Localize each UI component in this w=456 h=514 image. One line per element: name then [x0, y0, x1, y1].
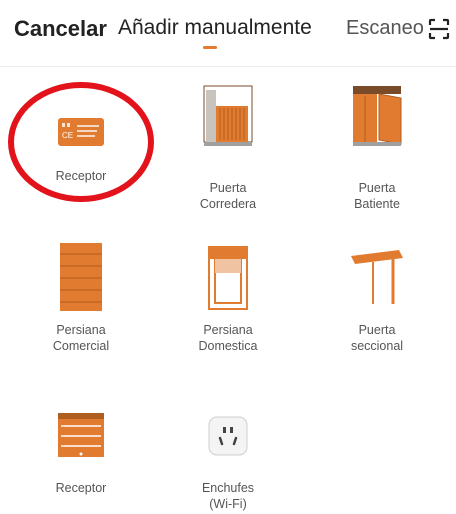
- sliding-gate-icon: [203, 85, 253, 146]
- device-receptor-garaje[interactable]: Receptor: [11, 412, 151, 512]
- device-label: Receptor: [55, 481, 107, 495]
- tab-scan[interactable]: Escaneo: [346, 17, 426, 40]
- device-enchufes-wifi[interactable]: Enchufes (Wi-Fi): [158, 412, 298, 512]
- device-label: Puerta Batiente: [354, 181, 400, 211]
- device-label: Enchufes (Wi-Fi): [201, 481, 255, 511]
- garage-receiver-icon: [58, 413, 104, 457]
- sectional-door-icon: [351, 250, 403, 304]
- cancel-button[interactable]: Cancelar: [14, 16, 107, 42]
- header-bar: Cancelar Añadir manualmente Escaneo: [0, 0, 456, 67]
- device-persiana-comercial[interactable]: Persiana Comercial: [11, 242, 151, 372]
- device-puerta-batiente[interactable]: Puerta Batiente: [307, 84, 447, 214]
- device-label: Persiana Comercial: [52, 323, 110, 353]
- device-puerta-seccional[interactable]: Puerta seccional: [307, 242, 447, 372]
- device-puerta-corredera[interactable]: Puerta Corredera: [158, 84, 298, 214]
- active-tab-indicator: [203, 46, 217, 49]
- device-label: Puerta seccional: [350, 323, 404, 353]
- device-label: Persiana Domestica: [198, 323, 258, 353]
- swing-door-icon: [353, 86, 402, 146]
- device-label: Puerta Corredera: [199, 181, 257, 211]
- domestic-shutter-icon: [208, 246, 248, 310]
- device-persiana-domestica[interactable]: Persiana Domestica: [158, 242, 298, 372]
- scan-icon[interactable]: [427, 17, 451, 41]
- commercial-shutter-icon: [60, 243, 102, 311]
- highlight-circle: [8, 82, 154, 202]
- tab-add-manually[interactable]: Añadir manualmente: [118, 16, 312, 40]
- wifi-plug-icon: [208, 416, 248, 456]
